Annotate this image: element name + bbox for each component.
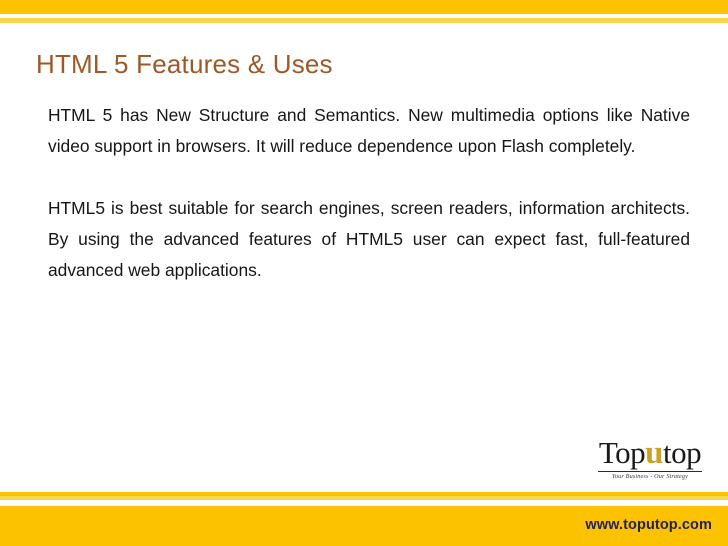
top-band-secondary — [0, 18, 728, 23]
slide-canvas: HTML 5 Features & Uses HTML 5 has New St… — [0, 0, 728, 546]
body-paragraph-2: HTML5 is best suitable for search engine… — [48, 198, 690, 280]
body-paragraph-1: HTML 5 has New Structure and Semantics. … — [48, 105, 690, 156]
body-content: HTML 5 has New Structure and Semantics. … — [48, 100, 690, 286]
logo-text-after: top — [663, 435, 702, 470]
logo-text-before: Top — [598, 435, 646, 470]
page-title: HTML 5 Features & Uses — [36, 49, 333, 79]
footer-website-url[interactable]: www.toputop.com — [585, 517, 712, 533]
logo-tagline: Your Business - Our Strategy — [611, 473, 689, 480]
logo-text-highlight: u — [645, 435, 663, 471]
logo-wordmark: Toputop — [586, 435, 714, 471]
brand-logo: Toputop Your Business - Our Strategy — [586, 436, 714, 490]
top-band-primary — [0, 0, 728, 14]
